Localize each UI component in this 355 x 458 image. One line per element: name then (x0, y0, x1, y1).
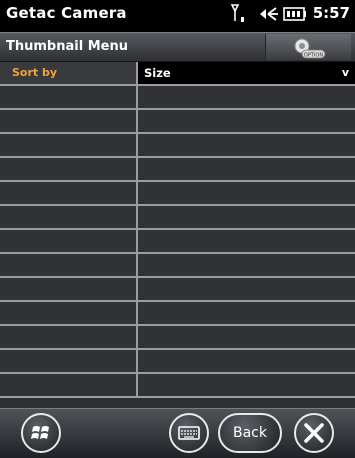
back-button[interactable]: Back (218, 413, 282, 453)
windows-icon (31, 426, 49, 439)
empty-row (0, 278, 355, 302)
app-title: Getac Camera (6, 4, 127, 22)
option-button[interactable]: OPTION (265, 34, 351, 60)
menu-bar: Thumbnail Menu OPTION (0, 32, 355, 62)
empty-row (0, 110, 355, 134)
menu-title: Thumbnail Menu (6, 39, 128, 54)
option-label: OPTION (304, 53, 323, 59)
empty-row (0, 158, 355, 182)
empty-row (0, 182, 355, 206)
empty-cell (0, 182, 138, 204)
empty-cell (0, 110, 138, 132)
sort-label-cell: Sort by (0, 62, 138, 84)
sort-by-value: Size (144, 66, 171, 80)
sort-by-label: Sort by (12, 66, 58, 79)
empty-cell (0, 278, 138, 300)
empty-row (0, 302, 355, 326)
bottom-bar: Back (0, 408, 355, 458)
chevron-down-icon: v (341, 66, 349, 79)
thumbnail-menu-grid: Sort by Size v (0, 62, 355, 408)
close-icon (304, 423, 324, 443)
volume-icon[interactable] (258, 5, 280, 23)
empty-cell (0, 326, 138, 348)
option-icon: OPTION (294, 38, 326, 59)
empty-row (0, 86, 355, 110)
signal-icon[interactable] (229, 3, 253, 25)
empty-row (0, 254, 355, 278)
empty-row (0, 230, 355, 254)
empty-cell (0, 158, 138, 180)
empty-row (0, 206, 355, 230)
empty-row (0, 374, 355, 398)
windows-start-button[interactable] (21, 413, 61, 453)
sort-by-dropdown[interactable]: Size v (138, 62, 355, 84)
empty-cell (0, 374, 138, 396)
empty-cell (0, 230, 138, 252)
empty-cell (0, 86, 138, 108)
empty-cell (0, 206, 138, 228)
empty-row (0, 134, 355, 158)
keyboard-icon (178, 426, 200, 440)
empty-row (0, 350, 355, 374)
keyboard-button[interactable] (169, 413, 209, 453)
empty-cell (0, 350, 138, 372)
empty-cell (0, 254, 138, 276)
empty-cell (0, 302, 138, 324)
status-bar: Getac Camera 5:57 (0, 0, 355, 28)
empty-cell (0, 134, 138, 156)
battery-icon[interactable] (283, 7, 307, 21)
empty-row (0, 326, 355, 350)
sort-by-row[interactable]: Sort by Size v (0, 62, 355, 86)
clock[interactable]: 5:57 (313, 4, 350, 22)
close-button[interactable] (294, 413, 334, 453)
